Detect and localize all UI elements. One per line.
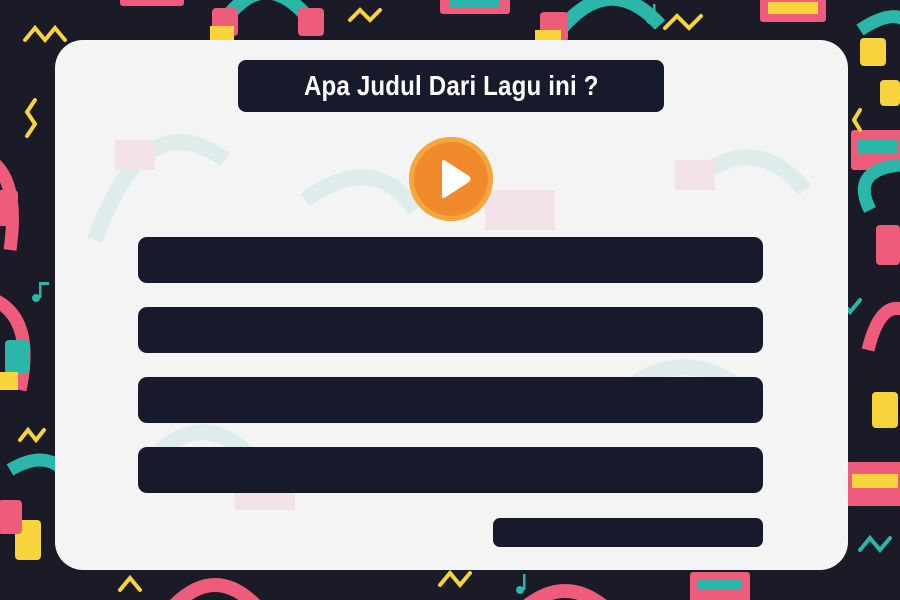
submit-button[interactable] (493, 518, 763, 547)
cassette-icon (760, 0, 826, 22)
answer-option-4[interactable] (138, 447, 763, 493)
cassette-icon (440, 0, 510, 14)
cassette-icon (690, 572, 750, 600)
cassette-icon (846, 462, 900, 506)
play-button[interactable] (409, 137, 493, 221)
answer-option-1[interactable] (138, 237, 763, 283)
answer-option-3[interactable] (138, 377, 763, 423)
cassette-icon (120, 0, 184, 6)
question-banner: Apa Judul Dari Lagu ini ? (238, 60, 664, 112)
answer-option-2[interactable] (138, 307, 763, 353)
play-icon (442, 160, 471, 198)
question-title: Apa Judul Dari Lagu ini ? (303, 70, 599, 101)
